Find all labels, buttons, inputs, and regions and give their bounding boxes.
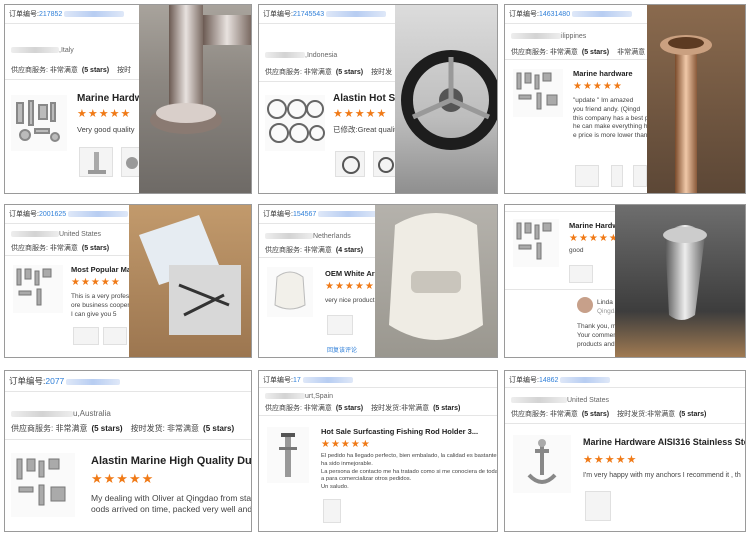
star-rating: ★★★★★: [325, 281, 375, 292]
product-title[interactable]: Marine Hardware AISI316 Stainless Ste: [583, 437, 745, 447]
buyer-location: United States: [511, 397, 609, 404]
review-text: 已修改:Great quality: [333, 125, 397, 134]
product-image: [513, 435, 571, 493]
review-card-4: 订单编号:2001625 United States 供应商服务: 非常满意 (5…: [4, 204, 252, 358]
customer-photo[interactable]: [139, 5, 251, 193]
review-thumbnail[interactable]: [373, 151, 397, 177]
customer-photo[interactable]: [375, 205, 497, 357]
order-number: 订单编号:154567: [263, 209, 379, 219]
product-title[interactable]: Alastin Marine High Quality Dura: [91, 455, 251, 467]
product-title[interactable]: Marine hardware: [573, 69, 649, 78]
review-thumbnail[interactable]: [585, 491, 611, 521]
review-card-9: 订单编号:14862 United States 供应商服务: 非常满意 (5 s…: [504, 370, 746, 532]
order-number: 订单编号:14862: [509, 375, 611, 385]
review-thumbnail[interactable]: [575, 165, 599, 187]
product-image: [513, 69, 563, 117]
star-rating: ★★★★★: [583, 454, 638, 466]
product-title[interactable]: Marine Hardw: [569, 221, 617, 230]
buyer-location: United States: [11, 231, 101, 238]
buyer-location: ,Italy: [11, 47, 74, 54]
product-title[interactable]: Marine Hardw: [77, 93, 147, 104]
service-rating: 供应商服务: 非常满意 (5 stars) 按时发货:非常满意 (5 stars): [511, 411, 707, 418]
service-rating: 供应商服务: 非常满意 (4 stars): [265, 247, 364, 254]
service-rating: 供应商服务: 非常满意 (5 stars) 按时: [11, 67, 132, 74]
review-text: "update " Im amazed you friend andy. (Qi…: [573, 97, 649, 140]
star-rating: ★★★★★: [321, 439, 371, 450]
seller-name: Linda XQingdao: [597, 299, 617, 315]
review-text: This is a very professio ore business co…: [71, 293, 131, 318]
product-title[interactable]: OEM White Ar: [325, 269, 377, 278]
product-image: [513, 219, 559, 267]
review-thumbnail[interactable]: [73, 327, 99, 345]
review-thumbnail[interactable]: [103, 327, 127, 345]
star-rating: ★★★★★: [573, 81, 623, 92]
star-rating: ★★★★★: [91, 471, 155, 486]
order-number: 订单编号:2077: [9, 375, 121, 387]
review-text: El pedido ha llegado perfecto, bien emba…: [321, 453, 497, 491]
review-thumbnail[interactable]: [569, 265, 593, 283]
review-thumbnail[interactable]: [633, 165, 647, 187]
review-card-6: Marine Hardw ★★★★★ good Linda XQingdao T…: [504, 204, 746, 358]
service-rating: 供应商服务: 非常满意 (5 stars) 按时发: [265, 69, 393, 76]
product-image: [265, 95, 325, 151]
review-card-1: 订单编号:217852 ,Italy 供应商服务: 非常满意 (5 stars) 按…: [4, 4, 252, 194]
review-card-3: 订单编号:14631480 ilippines 供应商服务: 非常满意 (5 st…: [504, 4, 746, 194]
review-text: My dealing with Oliver at Qingdao from s…: [91, 493, 251, 515]
product-image: [11, 95, 67, 151]
star-rating: ★★★★★: [569, 233, 619, 244]
review-thumbnail[interactable]: [327, 315, 353, 335]
review-text: Very good quality: [77, 125, 135, 134]
star-rating: ★★★★★: [333, 108, 388, 120]
buyer-location: ilippines: [511, 33, 586, 40]
buyer-location: urt,Spain: [265, 393, 333, 400]
product-title[interactable]: Hot Sale Surfcasting Fishing Rod Holder …: [321, 427, 493, 436]
product-title[interactable]: Alastin Hot Sel: [333, 93, 397, 104]
review-thumbnail[interactable]: [611, 165, 623, 187]
product-image: [267, 427, 309, 483]
review-card-7: 订单编号:2077 u,Australia 供应商服务: 非常满意 (5 star…: [4, 370, 252, 532]
order-number: 订单编号:14631480: [509, 9, 633, 19]
customer-photo[interactable]: [615, 205, 745, 357]
buyer-location: ,Indonesia: [265, 52, 337, 59]
product-image: [267, 267, 313, 317]
review-thumbnail[interactable]: [79, 147, 113, 177]
star-rating: ★★★★★: [71, 277, 121, 288]
service-rating: 供应商服务: 非常满意 (5 stars): [11, 245, 110, 252]
reply-link[interactable]: 回复该评论: [327, 345, 357, 354]
star-rating: ★★★★★: [77, 108, 132, 120]
product-image: [11, 453, 75, 517]
order-number: 订单编号:17: [263, 375, 353, 385]
review-card-2: 订单编号:21745543 ,Indonesia 供应商服务: 非常满意 (5 s…: [258, 4, 498, 194]
service-rating: 供应商服务: 非常满意 (5 stars) 按时发货: 非常满意 (5 stars): [11, 424, 235, 433]
service-rating: 供应商服务: 非常满意 (5 stars) 非常满意: [511, 49, 646, 56]
avatar: [577, 297, 593, 313]
seller-reply: Thank you, my fr Your comments products …: [577, 323, 617, 348]
customer-photo[interactable]: [647, 5, 745, 193]
order-number: 订单编号:217852: [9, 9, 125, 19]
review-card-8: 订单编号:17 urt,Spain 供应商服务: 非常满意 (5 stars) 按时…: [258, 370, 498, 532]
product-image: [13, 265, 63, 313]
review-text: good: [569, 247, 584, 254]
review-text: very nice product a: [325, 297, 377, 304]
review-card-5: 订单编号:154567 Netherlands 供应商服务: 非常满意 (4 st…: [258, 204, 498, 358]
review-thumbnail[interactable]: [121, 147, 141, 177]
customer-photo[interactable]: [395, 5, 497, 193]
order-number: 订单编号:2001625: [9, 209, 129, 219]
customer-photo[interactable]: [129, 205, 251, 357]
service-rating: 供应商服务: 非常满意 (5 stars) 按时发货:非常满意 (5 stars): [265, 405, 461, 412]
review-thumbnail[interactable]: [335, 151, 365, 177]
buyer-location: u,Australia: [11, 409, 111, 418]
product-title[interactable]: Most Popular Ma: [71, 265, 131, 274]
buyer-location: Netherlands: [265, 233, 351, 240]
order-number: 订单编号:21745543: [263, 9, 387, 19]
review-thumbnail[interactable]: [323, 499, 341, 523]
review-text: I'm very happy with my anchors I recomme…: [583, 472, 741, 479]
